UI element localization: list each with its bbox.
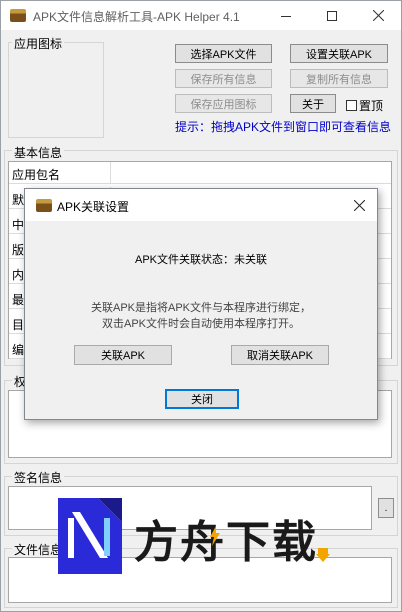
association-status: APK文件关联状态：未关联 (134, 254, 267, 266)
dialog-ok-close-button[interactable]: 关闭 (165, 389, 239, 409)
unassociate-apk-button[interactable]: 取消关联APK (231, 345, 329, 365)
save-all-info-button[interactable]: 保存所有信息 (175, 69, 272, 88)
topmost-label: 置顶 (359, 99, 384, 113)
maximize-icon (327, 10, 337, 21)
minimize-button[interactable] (263, 1, 309, 30)
association-description-2: 双击APK文件时会自动使用本程序打开。 (101, 318, 300, 330)
bolt-icon (210, 526, 220, 546)
dialog-close-button[interactable] (341, 191, 377, 219)
dialog-title-bar[interactable]: APK关联设置 (25, 189, 377, 221)
app-icon (10, 9, 26, 22)
about-button[interactable]: 关于 (290, 94, 336, 113)
download-arrow-icon (316, 548, 330, 562)
dialog-close-icon (353, 199, 365, 211)
close-icon (372, 10, 384, 21)
file-info-label: 文件信息 (12, 541, 65, 558)
set-association-button[interactable]: 设置关联APK (290, 44, 388, 63)
associate-apk-button[interactable]: 关联APK (74, 345, 172, 365)
watermark-logo (58, 498, 122, 574)
topmost-checkbox-box[interactable] (346, 100, 357, 111)
title-bar[interactable]: APK文件信息解析工具-APK Helper 4.1 (1, 1, 401, 30)
watermark-arrow (316, 548, 330, 562)
signature-more-button[interactable]: . (378, 498, 394, 518)
basic-info-label: 基本信息 (12, 144, 65, 161)
table-row[interactable]: 应用包名 (9, 162, 391, 184)
save-app-icon-button[interactable]: 保存应用图标 (175, 94, 272, 113)
minimize-icon (281, 15, 291, 17)
watermark-accent (210, 526, 220, 546)
watermark-logo-icon (58, 498, 122, 574)
watermark-text: 方舟下载 (134, 517, 318, 568)
signature-label: 签名信息 (12, 469, 65, 486)
app-icon-group-label: 应用图标 (12, 35, 65, 52)
window-title: APK文件信息解析工具-APK Helper 4.1 (33, 10, 240, 24)
drag-hint: 提示：拖拽APK文件到窗口即可查看信息 (175, 120, 392, 134)
copy-all-info-button[interactable]: 复制所有信息 (290, 69, 388, 88)
close-button[interactable] (355, 1, 401, 30)
association-dialog: APK关联设置 APK文件关联状态：未关联 关联APK是指将APK文件与本程序进… (24, 188, 378, 420)
app-icon-group (8, 42, 104, 138)
maximize-button[interactable] (309, 1, 355, 30)
association-description-1: 关联APK是指将APK文件与本程序进行绑定， (90, 302, 312, 314)
topmost-checkbox[interactable]: 置顶 (346, 97, 383, 114)
row-label: 应用包名 (9, 162, 111, 184)
select-apk-button[interactable]: 选择APK文件 (175, 44, 272, 63)
dialog-title: APK关联设置 (57, 200, 130, 214)
dialog-app-icon (36, 199, 52, 212)
